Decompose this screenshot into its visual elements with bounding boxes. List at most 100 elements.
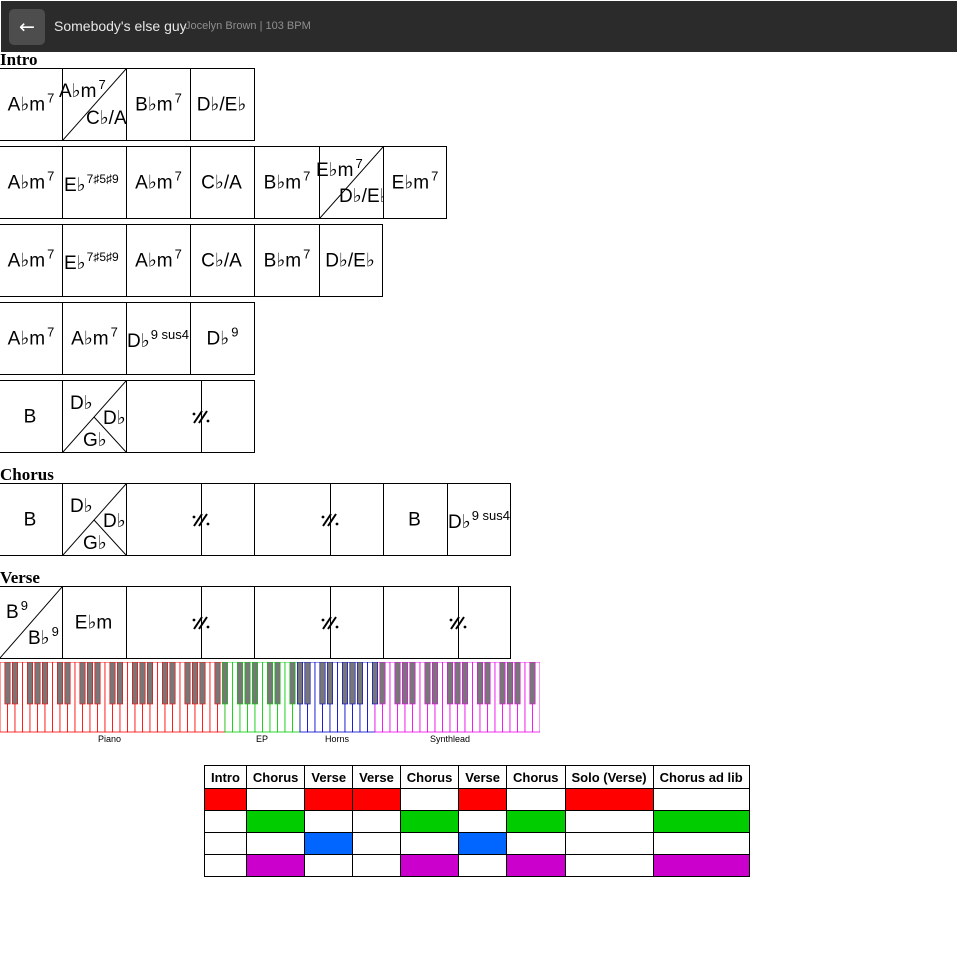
black-key[interactable]: [296, 662, 303, 705]
chord-bar[interactable]: A♭m 7: [62, 302, 127, 375]
arrangement-cell[interactable]: [564, 810, 654, 833]
arrangement-cell[interactable]: [564, 854, 654, 877]
black-key[interactable]: [319, 662, 326, 705]
repeat-bar[interactable]: [254, 483, 384, 556]
black-key[interactable]: [199, 662, 206, 705]
arrangement-cell[interactable]: [506, 832, 566, 855]
chord-bar[interactable]: A♭m 7: [0, 68, 63, 141]
repeat-bar[interactable]: [126, 586, 255, 659]
black-key[interactable]: [184, 662, 191, 705]
black-key[interactable]: [237, 662, 244, 705]
arrangement-cell[interactable]: [564, 832, 654, 855]
black-key[interactable]: [109, 662, 116, 705]
arrangement-cell[interactable]: [458, 854, 507, 877]
black-key[interactable]: [484, 662, 491, 705]
arrangement-cell[interactable]: [458, 810, 507, 833]
black-key[interactable]: [4, 662, 11, 705]
split-chord-bar[interactable]: B9 B♭ 9: [0, 586, 63, 659]
arrangement-cell-active[interactable]: [458, 788, 507, 811]
chord-bar[interactable]: A♭m 7: [0, 224, 63, 297]
chord-bar[interactable]: E♭m: [62, 586, 127, 659]
black-key[interactable]: [87, 662, 94, 705]
black-key[interactable]: [446, 662, 453, 705]
triple-chord-bar[interactable]: D♭ D♭ G♭: [62, 483, 127, 556]
black-key[interactable]: [424, 662, 431, 705]
arrangement-cell[interactable]: [204, 832, 247, 855]
chord-bar[interactable]: E♭7♯5♯9: [62, 146, 127, 219]
chord-bar[interactable]: C♭/A: [190, 146, 255, 219]
split-chord-bar[interactable]: E♭m 7 D♭/E♭: [316, 146, 389, 219]
black-key[interactable]: [41, 662, 48, 705]
black-key[interactable]: [79, 662, 86, 705]
black-key[interactable]: [349, 662, 356, 705]
arrangement-cell[interactable]: [352, 810, 401, 833]
black-key[interactable]: [162, 662, 169, 705]
black-key[interactable]: [454, 662, 461, 705]
arrangement-cell-active[interactable]: [399, 810, 460, 833]
black-key[interactable]: [214, 662, 221, 705]
black-key[interactable]: [326, 662, 333, 705]
black-key[interactable]: [252, 662, 259, 705]
black-key[interactable]: [431, 662, 438, 705]
arrangement-cell[interactable]: [399, 832, 460, 855]
chord-bar[interactable]: B♭m 7: [254, 224, 320, 297]
chord-bar[interactable]: D♭ 9: [190, 302, 255, 375]
arrangement-cell[interactable]: [352, 854, 401, 877]
chord-bar[interactable]: A♭m 7: [126, 146, 191, 219]
arrangement-cell[interactable]: [245, 788, 306, 811]
arrangement-cell-active[interactable]: [204, 788, 247, 811]
black-key[interactable]: [244, 662, 251, 705]
black-key[interactable]: [26, 662, 33, 705]
black-key[interactable]: [34, 662, 41, 705]
chord-bar[interactable]: E♭7♯5♯9: [62, 224, 127, 297]
back-button[interactable]: ←: [9, 9, 45, 45]
arrangement-cell[interactable]: [652, 832, 750, 855]
repeat-bar[interactable]: [254, 586, 384, 659]
chord-bar[interactable]: A♭m 7: [126, 224, 191, 297]
black-key[interactable]: [94, 662, 101, 705]
black-key[interactable]: [192, 662, 199, 705]
black-key[interactable]: [266, 662, 273, 705]
black-key[interactable]: [499, 662, 506, 705]
arrangement-cell-active[interactable]: [245, 810, 306, 833]
black-key[interactable]: [461, 662, 468, 705]
chord-bar[interactable]: D♭/E♭: [190, 68, 255, 141]
repeat-bar[interactable]: [126, 483, 255, 556]
chord-bar[interactable]: A♭m 7: [0, 146, 63, 219]
arrangement-cell-active[interactable]: [304, 832, 354, 855]
black-key[interactable]: [529, 662, 536, 705]
chord-bar[interactable]: B♭m 7: [254, 146, 320, 219]
repeat-bar[interactable]: [383, 586, 511, 659]
black-key[interactable]: [132, 662, 139, 705]
chord-bar[interactable]: D♭/E♭: [319, 224, 383, 297]
triple-chord-bar[interactable]: D♭ D♭ G♭: [62, 380, 127, 453]
arrangement-cell[interactable]: [304, 854, 354, 877]
black-key[interactable]: [476, 662, 483, 705]
keyboard-split[interactable]: [0, 662, 540, 734]
arrangement-cell[interactable]: [204, 810, 247, 833]
black-key[interactable]: [274, 662, 281, 705]
black-key[interactable]: [222, 662, 229, 705]
black-key[interactable]: [409, 662, 416, 705]
chord-bar[interactable]: D♭9 sus4: [126, 302, 191, 375]
arrangement-cell-active[interactable]: [352, 788, 401, 811]
arrangement-cell-active[interactable]: [506, 810, 566, 833]
chord-bar[interactable]: B: [383, 483, 448, 556]
black-key[interactable]: [139, 662, 146, 705]
black-key[interactable]: [64, 662, 71, 705]
arrangement-cell-active[interactable]: [458, 832, 507, 855]
arrangement-cell[interactable]: [204, 854, 247, 877]
black-key[interactable]: [341, 662, 348, 705]
black-key[interactable]: [56, 662, 63, 705]
arrangement-cell-active[interactable]: [652, 810, 750, 833]
chord-bar[interactable]: B: [0, 380, 63, 453]
chord-bar[interactable]: D♭9 sus4: [447, 483, 511, 556]
chord-bar[interactable]: B♭m 7: [126, 68, 191, 141]
black-key[interactable]: [117, 662, 124, 705]
black-key[interactable]: [169, 662, 176, 705]
black-key[interactable]: [304, 662, 311, 705]
repeat-bar[interactable]: [126, 380, 255, 453]
black-key[interactable]: [379, 662, 386, 705]
black-key[interactable]: [506, 662, 513, 705]
black-key[interactable]: [394, 662, 401, 705]
